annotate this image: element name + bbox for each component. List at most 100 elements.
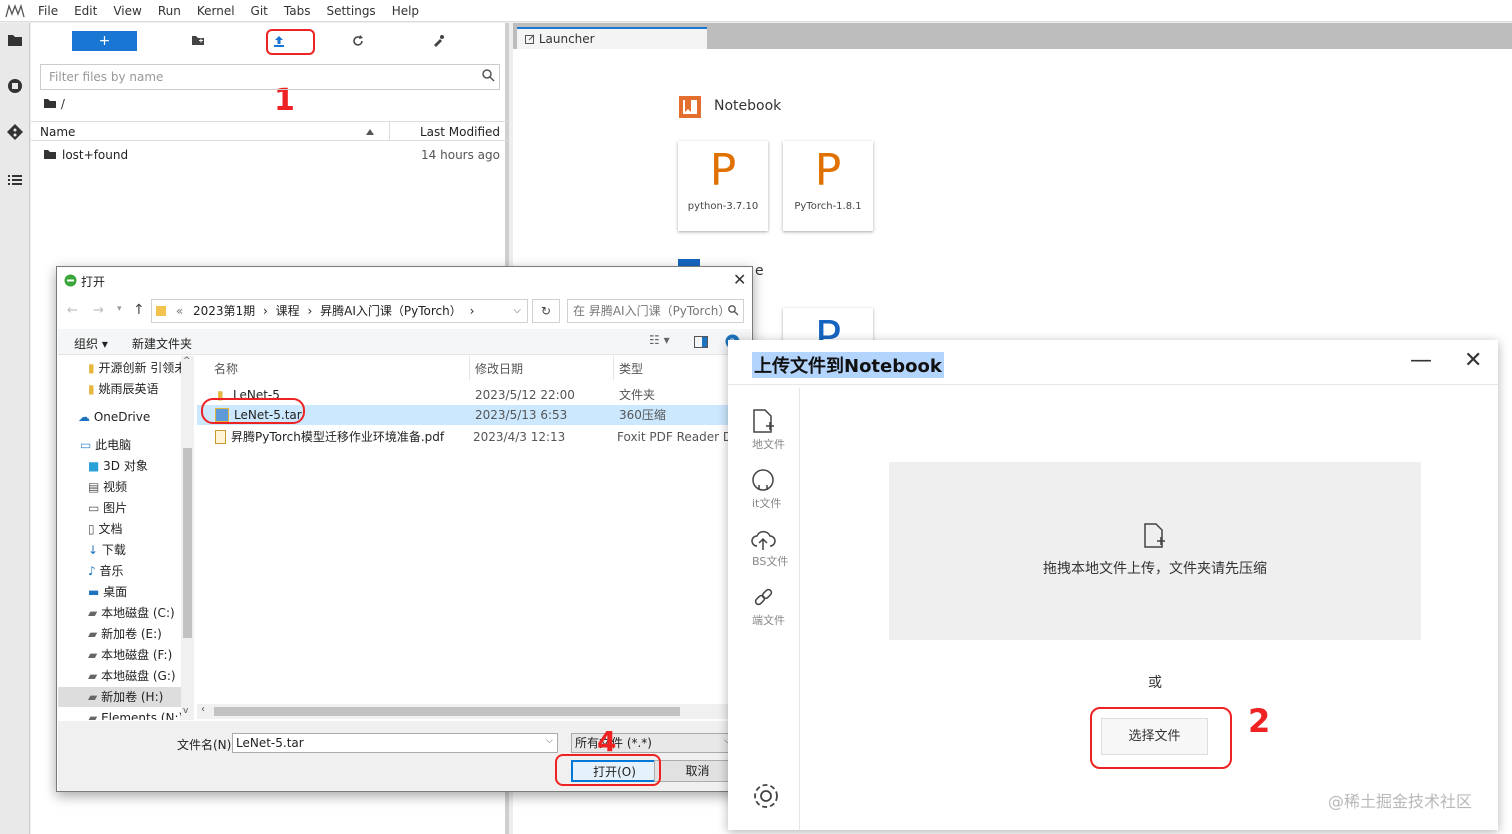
- menu-file[interactable]: File: [30, 0, 66, 22]
- nav-item[interactable]: ▮ 开源创新 引领未: [88, 358, 186, 378]
- new-folder-button[interactable]: 新建文件夹: [132, 335, 192, 352]
- nav-item-selected[interactable]: ▰ 新加卷 (H:): [58, 687, 181, 707]
- kernel-logo: P: [814, 145, 842, 196]
- nav-item[interactable]: ▭ 图片: [88, 498, 127, 518]
- minimize-icon[interactable]: —: [1410, 348, 1432, 373]
- tab-launcher[interactable]: Launcher: [517, 27, 707, 49]
- path-chevron-icon[interactable]: ›: [263, 304, 268, 318]
- file-modified: 14 hours ago: [421, 148, 500, 162]
- nav-item[interactable]: ▮ 姚雨辰英语: [88, 379, 158, 399]
- path-segment[interactable]: 2023第1期: [193, 304, 255, 318]
- up-icon[interactable]: ↑: [133, 302, 145, 318]
- nav-item[interactable]: ▯ 文档: [88, 519, 122, 539]
- column-divider: [613, 356, 614, 380]
- local-file-icon[interactable]: [750, 408, 776, 437]
- history-chevron-icon[interactable]: ▾: [117, 304, 122, 314]
- upload-panel-title: 上传文件到Notebook: [752, 352, 944, 378]
- address-bar[interactable]: « 2023第1期 › 课程 › 昇腾AI入门课（PyTorch） › ⌵: [151, 299, 528, 323]
- col-name-header[interactable]: 名称: [214, 356, 238, 382]
- kernel-card-pytorch[interactable]: P PyTorch-1.8.1: [783, 141, 873, 231]
- link-icon[interactable]: [752, 586, 776, 613]
- filename-dropdown-icon[interactable]: ⌵: [546, 736, 553, 746]
- menu-edit[interactable]: Edit: [66, 0, 105, 22]
- col-name-header[interactable]: Name: [40, 125, 75, 139]
- close-icon[interactable]: ✕: [1464, 348, 1482, 373]
- view-options-icon[interactable]: ☷ ▾: [649, 333, 670, 347]
- horizontal-scrollbar[interactable]: ‹ ›: [197, 704, 752, 719]
- nav-scroll-thumb[interactable]: [183, 448, 192, 638]
- menu-kernel[interactable]: Kernel: [189, 0, 243, 22]
- annotation-number-4: 4: [597, 725, 617, 758]
- settings-gear-icon[interactable]: [752, 782, 780, 813]
- local-file-label[interactable]: 地文件: [752, 436, 785, 452]
- col-type-header[interactable]: 类型: [619, 356, 643, 382]
- nav-item[interactable]: ♪ 音乐: [88, 561, 124, 581]
- organize-menu[interactable]: 组织 ▾: [74, 335, 108, 352]
- nav-item[interactable]: ▰ 本地磁盘 (F:): [88, 645, 172, 665]
- menu-view[interactable]: View: [105, 0, 149, 22]
- scroll-down-icon[interactable]: v: [183, 706, 188, 716]
- nav-item[interactable]: ■ 3D 对象: [88, 456, 148, 476]
- menu-settings[interactable]: Settings: [318, 0, 383, 22]
- nav-item-onedrive[interactable]: ☁ OneDrive: [78, 407, 150, 427]
- nav-item[interactable]: ▤ 视频: [88, 477, 127, 497]
- menu-help[interactable]: Help: [384, 0, 427, 22]
- refresh-button[interactable]: ↻: [532, 299, 560, 323]
- dialog-title: 打开: [81, 275, 106, 289]
- filetype-select[interactable]: 所有文件 (*.*): [571, 733, 737, 753]
- nav-item-this-pc[interactable]: ▭ 此电脑: [80, 435, 131, 455]
- drop-zone-text: 拖拽本地文件上传，文件夹请先压缩: [1043, 561, 1267, 577]
- toc-icon[interactable]: [7, 173, 23, 189]
- nav-item[interactable]: ▰ 新加卷 (E:): [88, 624, 162, 644]
- scroll-left-icon[interactable]: ‹: [201, 704, 205, 715]
- preview-pane-icon[interactable]: [694, 336, 708, 348]
- git-clone-icon[interactable]: [431, 34, 445, 48]
- filter-files-input[interactable]: Filter files by name: [40, 64, 500, 90]
- file-browser-toolbar: +: [31, 23, 509, 59]
- close-icon[interactable]: ✕: [733, 270, 746, 289]
- file-row[interactable]: 昇腾PyTorch模型迁移作业环境准备.pdf 2023/4/3 12:13 F…: [197, 427, 752, 447]
- path-overflow[interactable]: «: [176, 304, 183, 318]
- hscroll-thumb[interactable]: [214, 707, 680, 716]
- back-icon[interactable]: ←: [67, 303, 78, 318]
- path-chevron-icon[interactable]: ›: [308, 304, 313, 318]
- col-date-header[interactable]: 修改日期: [475, 356, 523, 382]
- dialog-search-input[interactable]: 在 昇腾AI入门课（PyTorch）: [567, 299, 744, 323]
- git-icon[interactable]: [7, 124, 23, 140]
- scroll-up-icon[interactable]: ^: [183, 356, 191, 366]
- nav-item[interactable]: ▬ 桌面: [88, 582, 127, 602]
- cloud-upload-icon[interactable]: [750, 528, 776, 555]
- nav-item[interactable]: ▰ 本地磁盘 (C:): [88, 603, 175, 623]
- menu-tabs[interactable]: Tabs: [276, 0, 319, 22]
- menu-run[interactable]: Run: [150, 0, 189, 22]
- path-chevron-icon[interactable]: ›: [470, 304, 475, 318]
- filename-input[interactable]: LeNet-5.tar: [232, 733, 558, 753]
- new-folder-icon[interactable]: [191, 34, 205, 48]
- filename-label: 文件名(N):: [177, 738, 236, 752]
- path-segment[interactable]: 课程: [276, 304, 300, 318]
- notebook-section-title: Notebook: [714, 98, 782, 114]
- nav-item[interactable]: ▰ 本地磁盘 (G:): [88, 666, 176, 686]
- folder-icon[interactable]: [7, 33, 23, 49]
- breadcrumb-path[interactable]: /: [61, 97, 65, 111]
- path-segment[interactable]: 昇腾AI入门课（PyTorch）: [320, 304, 462, 318]
- git-file-label[interactable]: it文件: [752, 495, 781, 511]
- add-file-icon: [1141, 522, 1167, 553]
- new-launcher-button[interactable]: +: [72, 31, 137, 51]
- nav-item[interactable]: ▰ Elements (N:): [88, 708, 183, 720]
- col-modified-header[interactable]: Last Modified: [420, 125, 500, 139]
- forward-icon[interactable]: →: [93, 303, 104, 318]
- github-icon[interactable]: [750, 468, 776, 497]
- nav-scrollbar[interactable]: ^ v: [181, 356, 194, 720]
- home-folder-icon[interactable]: [43, 98, 57, 109]
- kernel-card-python[interactable]: P python-3.7.10: [678, 141, 768, 231]
- drop-zone[interactable]: 拖拽本地文件上传，文件夹请先压缩: [889, 462, 1421, 640]
- address-dropdown-icon[interactable]: ⌵: [513, 300, 521, 322]
- remote-file-label[interactable]: 端文件: [752, 612, 785, 628]
- obs-file-label[interactable]: BS文件: [752, 553, 788, 569]
- refresh-icon[interactable]: [351, 34, 365, 48]
- file-row[interactable]: lost+found 14 hours ago: [31, 145, 509, 165]
- nav-item[interactable]: ↓ 下载: [88, 540, 126, 560]
- menu-git[interactable]: Git: [243, 0, 276, 22]
- running-icon[interactable]: [7, 78, 23, 94]
